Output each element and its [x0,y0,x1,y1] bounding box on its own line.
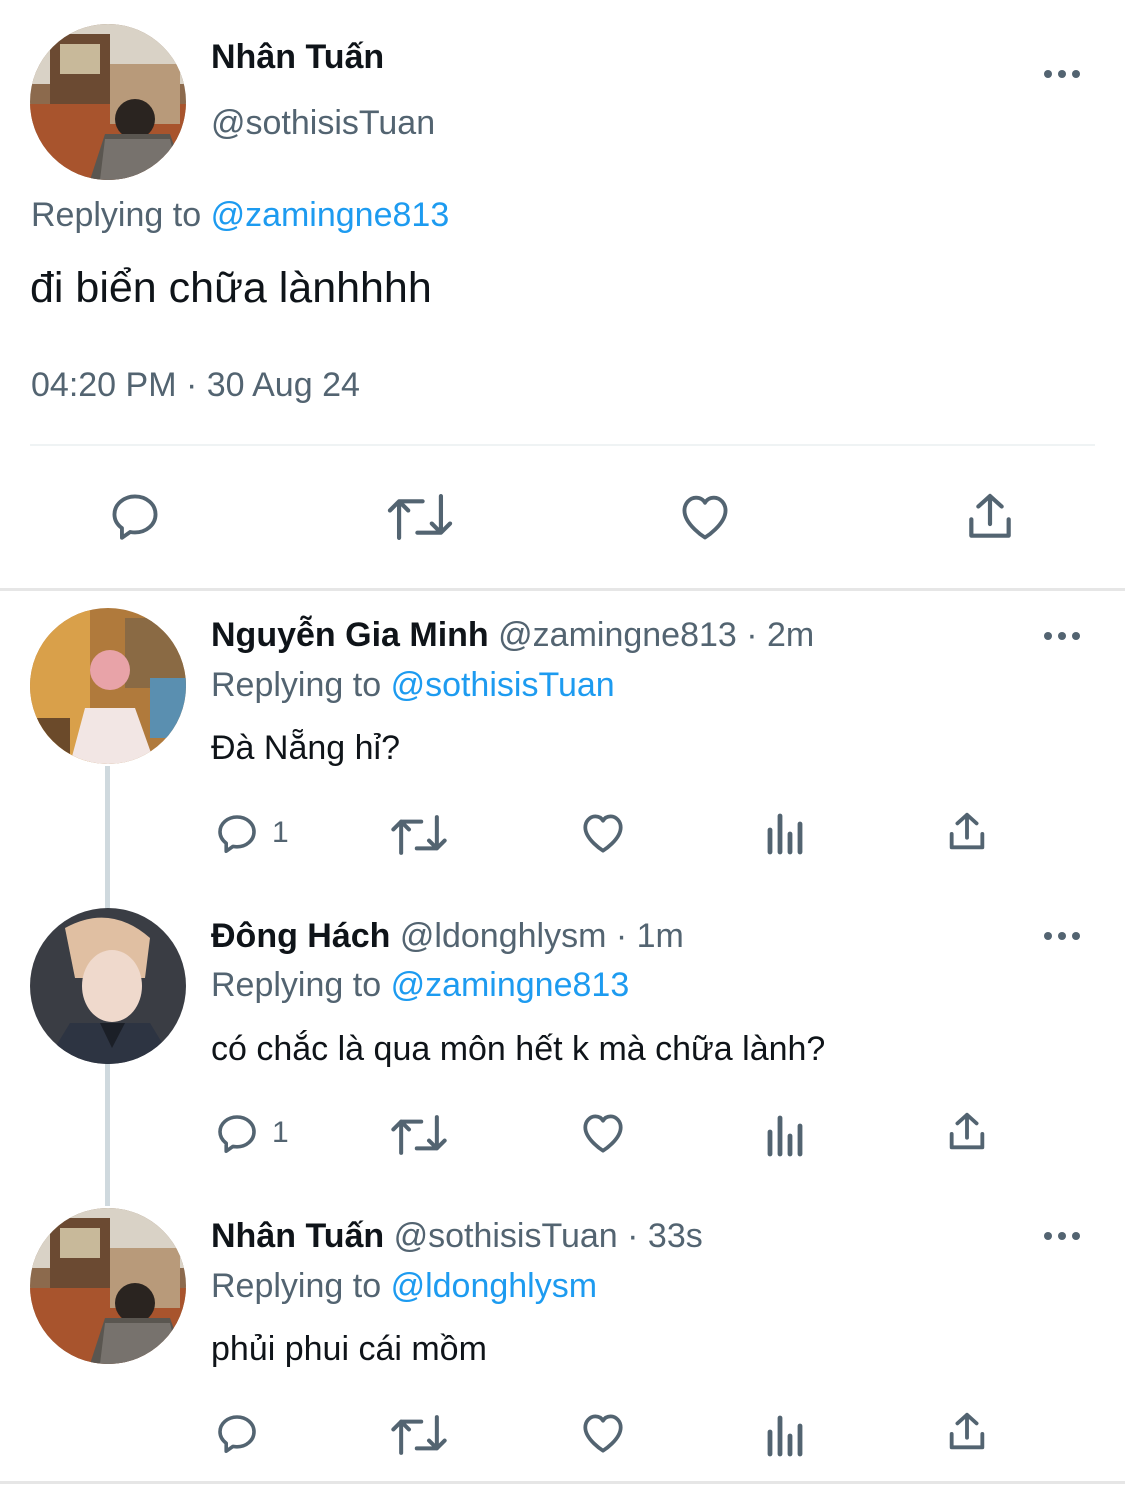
analytics-icon[interactable] [764,1414,808,1458]
retweet-icon[interactable] [386,490,454,544]
replying-to-line: Replying to @sothisisTuan [211,666,615,705]
author-handle[interactable]: @sothisisTuan [211,104,435,143]
replying-to-line: Replying to @zamingne813 [31,196,449,235]
divider [30,444,1095,446]
share-icon[interactable] [944,1408,990,1456]
reply-header: Đông Hách @ldonghlysm · 1m [211,917,684,956]
analytics-icon[interactable] [764,812,808,856]
more-icon[interactable] [1044,1232,1080,1240]
avatar[interactable] [30,608,186,764]
reply-text: phủi phui cái mồm [211,1330,487,1368]
more-icon[interactable] [1044,632,1080,640]
tweet-timestamp: 04:20 PM · 30 Aug 24 [31,366,360,404]
retweet-icon[interactable] [390,1412,448,1458]
reply-count: 1 [272,1116,289,1149]
replying-label: Replying to [211,666,382,704]
replying-to-link[interactable]: @zamingne813 [211,196,450,234]
share-icon[interactable] [944,1108,990,1156]
tweet-text: đi biển chữa lànhhhh [30,264,432,312]
replying-to-link[interactable]: @ldonghlysm [391,1267,598,1305]
author-name[interactable]: Nhân Tuấn [211,38,384,77]
reply-icon[interactable] [213,1410,261,1458]
avatar[interactable] [30,1208,186,1364]
reply-header: Nhân Tuấn @sothisisTuan · 33s [211,1217,703,1256]
reply-icon[interactable] [106,488,164,546]
reply-text: Đà Nẵng hỉ? [211,729,401,767]
replying-to-line: Replying to @zamingne813 [211,966,629,1005]
share-icon[interactable] [962,488,1018,546]
share-icon[interactable] [944,808,990,856]
more-icon[interactable] [1044,932,1080,940]
bottom-divider [0,1481,1125,1484]
reply-icon[interactable] [213,810,261,858]
replying-to-line: Replying to @ldonghlysm [211,1267,597,1306]
avatar[interactable] [30,908,186,1064]
author-meta[interactable]: @ldonghlysm · 1m [400,917,684,955]
retweet-icon[interactable] [390,1112,448,1158]
like-icon[interactable] [578,808,628,858]
analytics-icon[interactable] [764,1114,808,1158]
section-divider [0,588,1125,591]
more-icon[interactable] [1044,70,1080,78]
author-name[interactable]: Nhân Tuấn [211,1217,384,1255]
replying-label: Replying to [31,196,202,234]
reply-icon[interactable] [213,1110,261,1158]
author-meta[interactable]: @sothisisTuan · 33s [394,1217,703,1255]
avatar[interactable] [30,24,186,180]
like-icon[interactable] [676,488,734,546]
replying-label: Replying to [211,966,382,1004]
reply-header: Nguyễn Gia Minh @zamingne813 · 2m [211,616,814,655]
reply-text: có chắc là qua môn hết k mà chữa lành? [211,1030,826,1068]
like-icon[interactable] [578,1108,628,1158]
replying-to-link[interactable]: @zamingne813 [391,966,630,1004]
replying-to-link[interactable]: @sothisisTuan [391,666,615,704]
replying-label: Replying to [211,1267,382,1305]
reply-count: 1 [272,816,289,849]
retweet-icon[interactable] [390,812,448,858]
author-name[interactable]: Nguyễn Gia Minh [211,616,489,654]
like-icon[interactable] [578,1408,628,1458]
author-name[interactable]: Đông Hách [211,917,390,955]
author-meta[interactable]: @zamingne813 · 2m [498,616,814,654]
